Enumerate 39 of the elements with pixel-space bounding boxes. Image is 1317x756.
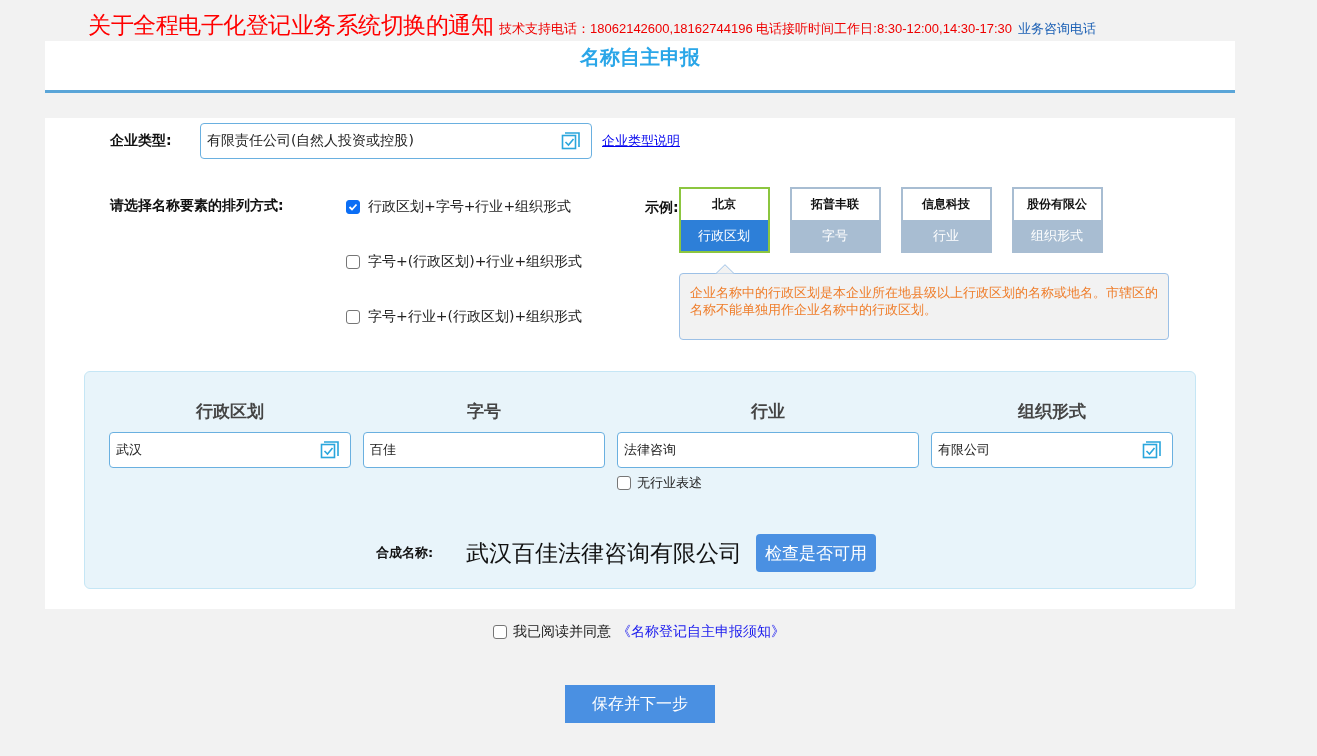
column-heading: 行业	[750, 400, 786, 423]
option-label: 行政区划+字号+行业+组织形式	[368, 198, 572, 216]
example-card[interactable]: 信息科技 行业	[900, 187, 992, 253]
field-label: 请选择名称要素的排列方式:	[110, 197, 285, 215]
composed-name: 武汉百佳法律咨询有限公司	[466, 538, 742, 568]
tooltip-text: 企业名称中的行政区划是本企业所在地县级以上行政区划的名称或地名。市辖区的名称不能单独用作企业名称中的行政区划。	[689, 285, 1158, 317]
checkbox[interactable]	[346, 310, 360, 324]
checkbox[interactable]	[617, 476, 631, 490]
column-heading: 组织形式	[1017, 400, 1087, 423]
name-part-field[interactable]: 法律咨询	[617, 432, 919, 468]
name-part-field[interactable]: 有限公司	[931, 432, 1173, 468]
example-card[interactable]: 股份有限公 组织形式	[1011, 187, 1103, 253]
checkmark-icon	[348, 202, 358, 212]
checkbox-icon[interactable]	[1142, 440, 1162, 460]
name-part-field[interactable]: 武汉	[109, 432, 351, 468]
column-heading: 字号	[466, 400, 502, 423]
field-label: 企业类型:	[110, 132, 173, 150]
checkbox-icon[interactable]	[320, 440, 340, 460]
company-type-field[interactable]: 有限责任公司(自然人投资或控股)	[200, 123, 592, 159]
support-info: 技术支持电话：18062142600,18162744196 电话接听时间工作日:8:30-12:00,14:30-17:30	[499, 20, 1013, 38]
agreement-text: 我已阅读并同意	[512, 623, 611, 641]
column-heading: 行政区划	[195, 400, 265, 423]
field-label: 合成名称:	[376, 544, 435, 562]
terms-link[interactable]: 《名称登记自主申报须知》	[616, 623, 785, 641]
notice-link[interactable]: 关于全程电子化登记业务系统切换的通知	[88, 10, 493, 41]
page-title: 名称自主申报	[580, 44, 700, 70]
checkbox[interactable]	[492, 625, 507, 639]
checkbox[interactable]	[346, 200, 360, 214]
type-help-link[interactable]: 企业类型说明	[602, 132, 680, 150]
example-card[interactable]: 拓普丰联 字号	[789, 187, 881, 253]
option-label: 字号+(行政区划)+行业+组织形式	[368, 253, 583, 271]
checkbox-icon[interactable]	[561, 131, 581, 151]
checkbox[interactable]	[346, 255, 360, 269]
consult-link[interactable]: 业务咨询电话	[1018, 20, 1097, 38]
field-label: 示例:	[645, 199, 679, 215]
checkbox-label: 无行业表述	[637, 474, 702, 492]
name-part-field[interactable]: 百佳	[363, 432, 605, 468]
example-card[interactable]: 北京 行政区划	[678, 187, 770, 253]
option-label: 字号+行业+(行政区划)+组织形式	[368, 308, 583, 326]
